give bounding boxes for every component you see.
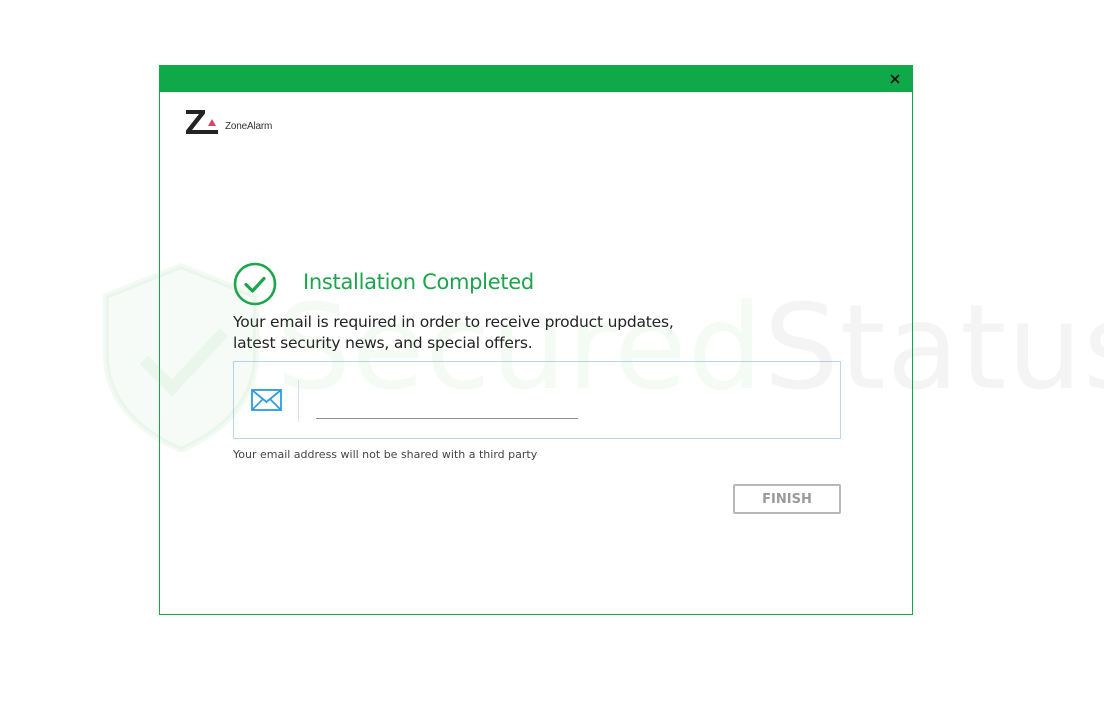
field-divider [298, 380, 299, 422]
envelope-icon [251, 389, 282, 411]
email-field-container [233, 361, 841, 439]
email-input[interactable] [316, 392, 578, 419]
installation-heading: Installation Completed [303, 270, 534, 294]
check-circle-icon [233, 262, 277, 306]
privacy-note: Your email address will not be shared wi… [233, 448, 538, 461]
zonealarm-logo: ZoneAlarm [185, 108, 272, 136]
close-icon [890, 74, 900, 84]
close-button[interactable] [886, 69, 904, 89]
title-bar [160, 66, 912, 92]
zonealarm-logo-icon [186, 110, 218, 134]
brand-name: ZoneAlarm [225, 121, 273, 132]
finish-button[interactable]: FINISH [733, 484, 841, 514]
installer-dialog: ZoneAlarm Installation Completed Your em… [159, 65, 913, 615]
email-required-message: Your email is required in order to recei… [233, 313, 674, 352]
